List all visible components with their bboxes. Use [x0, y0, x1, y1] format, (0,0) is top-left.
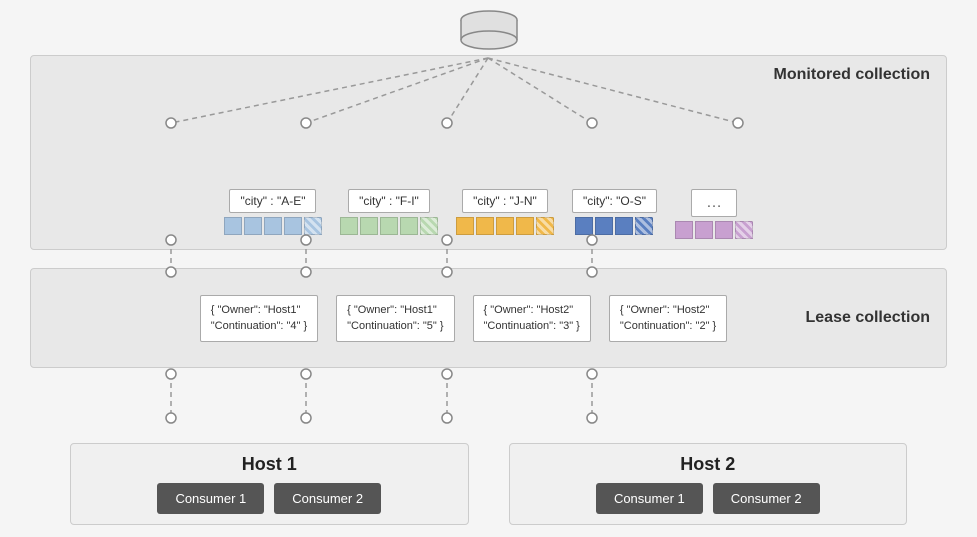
partition-fi-blocks	[340, 217, 438, 235]
host2-title: Host 2	[680, 454, 735, 475]
block	[244, 217, 262, 235]
block	[675, 221, 693, 239]
block-hatch	[304, 217, 322, 235]
host1-consumer2-button[interactable]: Consumer 2	[274, 483, 381, 514]
partitions-row: "city" : "A-E" "city" : "F-I"	[31, 189, 946, 239]
partition-jn-blocks	[456, 217, 554, 235]
partition-ellipsis-blocks	[675, 221, 753, 239]
block	[340, 217, 358, 235]
partition-ae: "city" : "A-E"	[224, 189, 322, 235]
lease-card-3: { "Owner": "Host2""Continuation": "3" }	[473, 295, 591, 342]
block	[575, 217, 593, 235]
block	[224, 217, 242, 235]
lease-card-1: { "Owner": "Host1""Continuation": "4" }	[200, 295, 318, 342]
host2-consumer1-button[interactable]: Consumer 1	[596, 483, 703, 514]
block	[516, 217, 534, 235]
host2-consumer-row: Consumer 1 Consumer 2	[596, 483, 820, 514]
monitored-collection: Monitored collection "city" : "A-E" "cit…	[30, 55, 947, 250]
partition-jn: "city" : "J-N"	[456, 189, 554, 235]
host1-consumer1-button[interactable]: Consumer 1	[157, 483, 264, 514]
block	[595, 217, 613, 235]
block	[284, 217, 302, 235]
host2-box: Host 2 Consumer 1 Consumer 2	[509, 443, 908, 525]
block	[615, 217, 633, 235]
host1-box: Host 1 Consumer 1 Consumer 2	[70, 443, 469, 525]
block-hatch	[536, 217, 554, 235]
partition-ae-blocks	[224, 217, 322, 235]
partition-ellipsis: …	[675, 189, 753, 239]
partition-jn-label: "city" : "J-N"	[462, 189, 548, 213]
host-area: Host 1 Consumer 1 Consumer 2 Host 2 Cons…	[60, 443, 917, 525]
partition-fi-label: "city" : "F-I"	[348, 189, 430, 213]
block	[264, 217, 282, 235]
block-hatch	[735, 221, 753, 239]
host2-consumer2-button[interactable]: Consumer 2	[713, 483, 820, 514]
lease-label: Lease collection	[806, 309, 931, 327]
host1-title: Host 1	[242, 454, 297, 475]
database-icon-container	[0, 10, 977, 60]
block-hatch	[635, 217, 653, 235]
block	[456, 217, 474, 235]
monitored-label: Monitored collection	[774, 66, 930, 84]
block	[695, 221, 713, 239]
main-container: Monitored collection "city" : "A-E" "cit…	[0, 0, 977, 537]
database-icon	[459, 10, 519, 60]
partition-os-label: "city": "O-S"	[572, 189, 657, 213]
block	[360, 217, 378, 235]
partition-os-blocks	[575, 217, 653, 235]
block	[496, 217, 514, 235]
block-hatch	[420, 217, 438, 235]
block	[380, 217, 398, 235]
block	[715, 221, 733, 239]
partition-fi: "city" : "F-I"	[340, 189, 438, 235]
lease-card-4: { "Owner": "Host2""Continuation": "2" }	[609, 295, 727, 342]
host1-consumer-row: Consumer 1 Consumer 2	[157, 483, 381, 514]
lease-collection: Lease collection { "Owner": "Host1""Cont…	[30, 268, 947, 368]
partition-ellipsis-label: …	[691, 189, 737, 217]
block	[400, 217, 418, 235]
partition-os: "city": "O-S"	[572, 189, 657, 235]
lease-card-2: { "Owner": "Host1""Continuation": "5" }	[336, 295, 454, 342]
block	[476, 217, 494, 235]
partition-ae-label: "city" : "A-E"	[229, 189, 316, 213]
